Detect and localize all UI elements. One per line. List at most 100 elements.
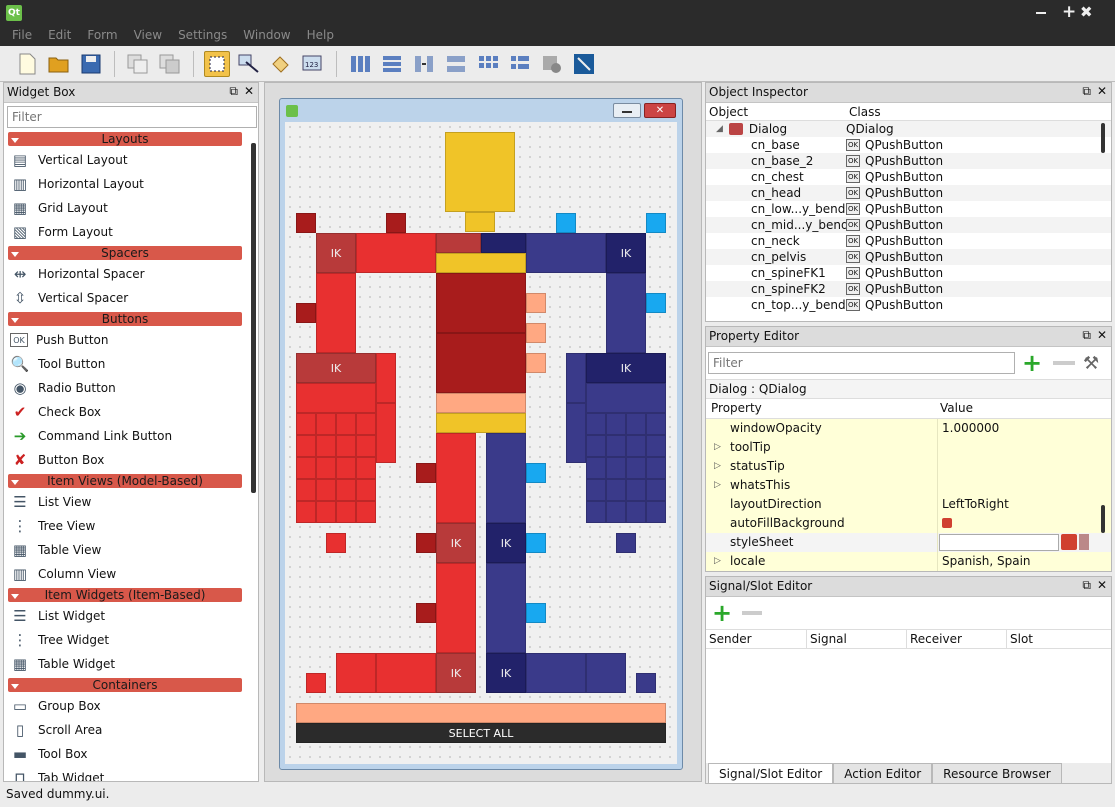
object-row[interactable]: cn_base OK QPushButton xyxy=(706,137,1111,153)
finger-button[interactable] xyxy=(626,435,646,457)
foot-button[interactable] xyxy=(586,653,626,693)
spine-fk-button[interactable] xyxy=(526,293,546,313)
edit-widgets-button[interactable] xyxy=(204,50,230,77)
remove-property-icon[interactable] xyxy=(1053,361,1075,365)
clavicle-button[interactable] xyxy=(436,233,481,253)
property-value[interactable] xyxy=(937,456,1111,476)
finger-button[interactable] xyxy=(316,501,336,523)
widget-item[interactable]: ▥ Column View xyxy=(4,562,258,586)
reset-icon[interactable] xyxy=(1079,534,1089,550)
upper-arm-button[interactable] xyxy=(316,273,356,353)
form-minimize-button[interactable] xyxy=(613,103,641,118)
object-row[interactable]: cn_head OK QPushButton xyxy=(706,185,1111,201)
category-header[interactable]: Layouts xyxy=(8,132,242,146)
toe-button[interactable] xyxy=(326,533,346,553)
object-row[interactable]: cn_mid...y_bend OK QPushButton xyxy=(706,217,1111,233)
select-all-bar-button[interactable] xyxy=(296,703,666,723)
object-row[interactable]: cn_spineFK1 OK QPushButton xyxy=(706,265,1111,281)
finger-button[interactable] xyxy=(336,435,356,457)
finger-button[interactable] xyxy=(296,413,316,435)
finger-button[interactable] xyxy=(586,501,606,523)
property-row[interactable]: layoutDirection LeftToRight xyxy=(706,494,1111,514)
finger-button[interactable] xyxy=(646,501,666,523)
knee-button[interactable] xyxy=(416,533,436,553)
menu-help[interactable]: Help xyxy=(299,26,342,46)
finger-button[interactable] xyxy=(296,213,316,233)
widget-item[interactable]: ➔ Command Link Button xyxy=(4,424,258,448)
lay-out-vertically-button[interactable] xyxy=(379,51,405,77)
menu-window[interactable]: Window xyxy=(235,26,298,46)
stylesheet-input[interactable] xyxy=(939,533,1059,551)
shin-button[interactable] xyxy=(436,563,476,653)
finger-button[interactable] xyxy=(646,435,666,457)
finger-button[interactable] xyxy=(606,435,626,457)
category-header[interactable]: Spacers xyxy=(8,246,242,260)
tab-action-editor[interactable]: Action Editor xyxy=(833,763,933,783)
widget-filter-input[interactable] xyxy=(7,106,257,128)
widget-item[interactable]: ▦ Table Widget xyxy=(4,652,258,676)
widget-item[interactable]: ⇹ Horizontal Spacer xyxy=(4,262,258,286)
property-value[interactable] xyxy=(937,437,1111,457)
widget-item[interactable]: ▥ Horizontal Layout xyxy=(4,172,258,196)
finger-button[interactable] xyxy=(336,501,356,523)
pole-button[interactable] xyxy=(296,303,316,323)
finger-button[interactable] xyxy=(296,435,316,457)
object-row[interactable]: cn_chest OK QPushButton xyxy=(706,169,1111,185)
wrist-button[interactable] xyxy=(566,403,586,463)
shoulder-button[interactable] xyxy=(356,233,436,273)
hip-button[interactable] xyxy=(436,393,526,413)
splitter-horizontal-button[interactable] xyxy=(411,51,437,77)
finger-button[interactable] xyxy=(356,479,376,501)
finger-button[interactable] xyxy=(646,213,666,233)
finger-button[interactable] xyxy=(386,213,406,233)
tab-signal-slot-editor[interactable]: Signal/Slot Editor xyxy=(708,763,834,783)
thigh-button[interactable] xyxy=(436,433,476,523)
knee-pole-button[interactable] xyxy=(416,463,436,483)
widget-box-scrollbar[interactable] xyxy=(251,143,256,493)
shin-button[interactable] xyxy=(486,563,526,653)
float-icon[interactable]: ⧉ xyxy=(229,84,238,99)
widget-item[interactable]: ✘ Button Box xyxy=(4,448,258,472)
close-icon[interactable]: ✕ xyxy=(244,84,254,99)
edit-stylesheet-button[interactable] xyxy=(1061,534,1077,550)
ik-button[interactable]: IK xyxy=(486,653,526,693)
finger-button[interactable] xyxy=(586,457,606,479)
finger-button[interactable] xyxy=(336,479,356,501)
upper-arm-button[interactable] xyxy=(606,273,646,353)
finger-button[interactable] xyxy=(626,501,646,523)
open-file-button[interactable] xyxy=(46,51,72,77)
property-scrollbar[interactable] xyxy=(1101,505,1105,533)
ik-button[interactable]: IK xyxy=(486,523,526,563)
pelvis-button[interactable] xyxy=(436,333,526,393)
minimize-icon[interactable] xyxy=(1036,12,1046,14)
category-header[interactable]: Containers xyxy=(8,678,242,692)
adjust-size-button[interactable] xyxy=(571,51,597,77)
form-close-button[interactable]: ✕ xyxy=(644,103,676,118)
finger-button[interactable] xyxy=(606,501,626,523)
widget-item[interactable]: ▭ Group Box xyxy=(4,694,258,718)
ik-button[interactable]: IK xyxy=(606,233,646,273)
chest-button[interactable] xyxy=(436,253,526,273)
add-property-icon[interactable]: + xyxy=(1019,351,1045,375)
paste-button[interactable] xyxy=(157,51,183,77)
col-signal[interactable]: Signal xyxy=(806,630,906,648)
finger-button[interactable] xyxy=(626,479,646,501)
menu-edit[interactable]: Edit xyxy=(40,26,79,46)
widget-item[interactable]: ▤ Vertical Layout xyxy=(4,148,258,172)
col-property[interactable]: Property xyxy=(706,399,937,418)
property-filter-input[interactable] xyxy=(708,352,1015,374)
hand-button[interactable] xyxy=(586,383,666,413)
finger-button[interactable] xyxy=(586,413,606,435)
heel-button[interactable] xyxy=(306,673,326,693)
finger-button[interactable] xyxy=(336,457,356,479)
collapse-arrow-icon[interactable]: ◢ xyxy=(716,124,723,134)
neck-button[interactable] xyxy=(465,212,495,232)
col-slot[interactable]: Slot xyxy=(1006,630,1036,648)
property-value[interactable] xyxy=(937,475,1111,495)
ankle-pole-button[interactable] xyxy=(526,603,546,623)
tab-resource-browser[interactable]: Resource Browser xyxy=(932,763,1062,783)
finger-button[interactable] xyxy=(606,413,626,435)
property-row[interactable]: ▷ locale Spanish, Spain xyxy=(706,551,1111,571)
float-icon[interactable]: ⧉ xyxy=(1082,578,1091,593)
spine-button[interactable] xyxy=(436,273,526,333)
